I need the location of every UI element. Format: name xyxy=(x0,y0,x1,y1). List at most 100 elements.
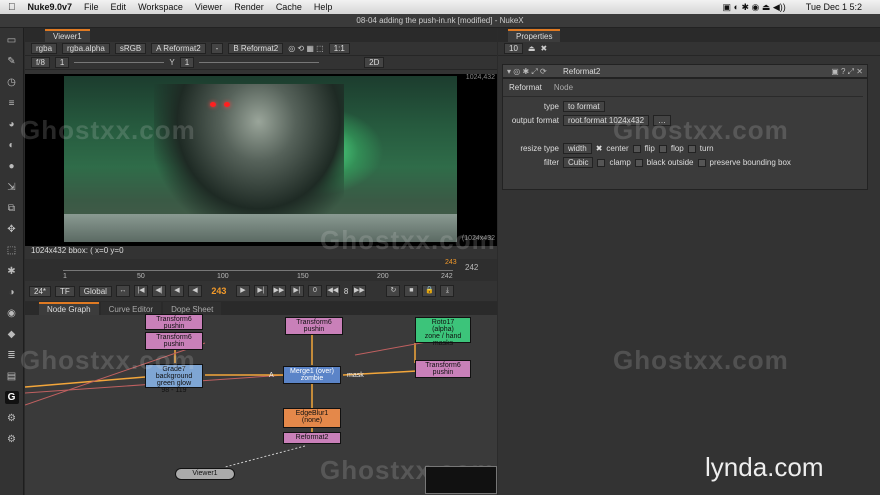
colorspace-select[interactable]: sRGB xyxy=(114,43,147,54)
apple-icon[interactable]:  xyxy=(8,2,16,13)
step-back-icon[interactable]: ◀ xyxy=(169,285,184,297)
range-select[interactable]: Global xyxy=(78,285,112,297)
tab-reformat[interactable]: Reformat xyxy=(509,83,542,92)
first-frame-icon[interactable]: |◀ xyxy=(133,285,148,297)
other-tool-icon[interactable]: ▤ xyxy=(5,370,19,383)
gamma-field[interactable]: 1 xyxy=(179,57,195,68)
gamma-slider[interactable] xyxy=(199,62,320,63)
node-edgeblur1[interactable]: EdgeBlur1 (none) xyxy=(283,408,341,428)
filter-select[interactable]: Cubic xyxy=(563,157,594,168)
color-tool-icon[interactable]: ◕ xyxy=(5,118,19,131)
node-transform6-right[interactable]: Transform6 pushin xyxy=(415,360,471,378)
tab-properties[interactable]: Properties xyxy=(508,29,561,42)
menu-render[interactable]: Render xyxy=(234,2,264,12)
preserve-bbox-checkbox[interactable] xyxy=(697,158,706,167)
gain-slider[interactable] xyxy=(74,62,165,63)
clear-panels-icon[interactable]: ✖ xyxy=(540,44,547,53)
timeline-track[interactable] xyxy=(63,265,453,271)
toolsets-tool-icon[interactable]: ≣ xyxy=(5,349,19,362)
node-transform6-center[interactable]: Transform6 pushin xyxy=(285,317,343,335)
viewer-tool-icons[interactable]: ◎ ⟲ ▦ ⬚ xyxy=(288,44,323,53)
fstop-field[interactable]: f/8 xyxy=(31,57,50,68)
zoom-select[interactable]: 1:1 xyxy=(328,43,350,54)
menu-edit[interactable]: Edit xyxy=(111,2,127,12)
gizmo-tool-icon[interactable]: G xyxy=(4,391,19,404)
panel-close-icons[interactable]: ▣ ? ⤢ ✕ xyxy=(831,67,863,77)
menu-help[interactable]: Help xyxy=(314,2,333,12)
timeline-label: 200 xyxy=(377,273,389,280)
metadata-tool-icon[interactable]: ◆ xyxy=(5,328,19,341)
alpha-select[interactable]: rgba.alpha xyxy=(62,43,110,54)
view-mode-select[interactable]: 2D xyxy=(364,57,385,68)
step-field[interactable]: 8 xyxy=(344,287,348,296)
time-tool-icon[interactable]: ◷ xyxy=(5,76,19,89)
views-tool-icon[interactable]: ◉ xyxy=(5,307,19,320)
menu-workspace[interactable]: Workspace xyxy=(138,2,183,12)
prev-keyframe-icon[interactable]: ◀| xyxy=(151,285,166,297)
lock-icon[interactable]: 🔒 xyxy=(422,285,437,297)
resize-type-select[interactable]: width xyxy=(563,143,592,154)
composite-select[interactable]: - xyxy=(210,43,224,54)
format-size-top: 1024,432 xyxy=(465,74,495,81)
merge-tool-icon[interactable]: ⇲ xyxy=(5,181,19,194)
settings-tool-icon[interactable]: ⚙ xyxy=(5,433,19,446)
export-icon[interactable]: ⤓ xyxy=(440,285,455,297)
center-checkbox[interactable]: ✖ xyxy=(596,144,603,153)
clock[interactable]: Tue Dec 1 5:2 xyxy=(806,2,862,13)
zero-field[interactable]: 0 xyxy=(307,285,322,297)
node-reformat2[interactable]: Reformat2 xyxy=(283,432,341,444)
tab-node[interactable]: Node xyxy=(554,83,573,92)
next-keyframe-icon[interactable]: ▶▶ xyxy=(271,285,286,297)
stop-icon[interactable]: ■ xyxy=(404,285,419,297)
panel-header-icons[interactable]: ▾ ◎ ✱ ⤢ ⟳ xyxy=(507,67,547,77)
node-transform6-top[interactable]: Transform6 pushin xyxy=(145,314,203,330)
ofx-tool-icon[interactable]: ⚙ xyxy=(5,412,19,425)
menu-viewer[interactable]: Viewer xyxy=(195,2,222,12)
last-frame-icon[interactable]: ▶| xyxy=(289,285,304,297)
tab-viewer1[interactable]: Viewer1 xyxy=(45,29,90,42)
transform-tool-icon[interactable]: ✥ xyxy=(5,223,19,236)
node-name-field[interactable]: Reformat2 xyxy=(563,67,600,76)
app-name[interactable]: Nuke9.0v7 xyxy=(28,2,73,12)
type-select[interactable]: to format xyxy=(563,101,605,112)
fps-field[interactable]: 24* xyxy=(29,285,52,297)
tf-select[interactable]: TF xyxy=(55,285,75,297)
channels-select[interactable]: rgba xyxy=(31,43,58,54)
input-b-select[interactable]: B Reformat2 xyxy=(228,43,284,54)
input-a-select[interactable]: A Reformat2 xyxy=(151,43,206,54)
black-outside-checkbox[interactable] xyxy=(634,158,643,167)
play-forward-icon[interactable]: ▶ xyxy=(235,285,250,297)
draw-tool-icon[interactable]: ✎ xyxy=(5,55,19,68)
3d-tool-icon[interactable]: ⬚ xyxy=(5,244,19,257)
max-panels-field[interactable]: 10 xyxy=(504,43,523,54)
menu-cache[interactable]: Cache xyxy=(276,2,302,12)
loop-icon[interactable]: ↻ xyxy=(386,285,401,297)
gain-field[interactable]: 1 xyxy=(54,57,70,68)
play-back-icon[interactable]: ◀ xyxy=(187,285,202,297)
in-out-icon[interactable]: ↔ xyxy=(115,285,130,297)
viewer-image xyxy=(64,76,457,242)
step-forward-icon[interactable]: ▶| xyxy=(253,285,268,297)
particles-tool-icon[interactable]: ✱ xyxy=(5,265,19,278)
node-viewer1[interactable]: Viewer1 xyxy=(175,468,235,480)
menu-file[interactable]: File xyxy=(84,2,99,12)
skip-back-icon[interactable]: ◀◀ xyxy=(325,285,340,297)
viewer-pane: Viewer1 rgba rgba.alpha sRGB A Reformat2… xyxy=(25,28,497,301)
image-tool-icon[interactable]: ▭ xyxy=(5,34,19,47)
lock-panel-icon[interactable]: ⏏ xyxy=(528,44,536,53)
status-icons[interactable]: ▣ ◐ ✱ ◉ ⏏ ◀)) xyxy=(723,2,786,13)
frame-field[interactable]: 243 xyxy=(206,286,232,296)
clamp-checkbox[interactable] xyxy=(597,158,606,167)
node-roto17[interactable]: Roto17 (alpha) zone / hand masks xyxy=(415,317,471,347)
timeline[interactable]: 243 1 50 100 150 200 242 242 xyxy=(25,259,497,281)
deep-tool-icon[interactable]: ◑ xyxy=(5,286,19,299)
filter-tool-icon[interactable]: ◐ xyxy=(5,139,19,152)
viewer-viewport[interactable] xyxy=(25,74,497,246)
skip-forward-icon[interactable]: ▶▶ xyxy=(352,285,367,297)
tab-node-graph[interactable]: Node Graph xyxy=(39,302,99,315)
node-merge1[interactable]: Merge1 (over) zombie xyxy=(283,366,341,384)
keyer-tool-icon[interactable]: ● xyxy=(5,160,19,173)
graph-navigator-thumbnail[interactable] xyxy=(425,466,497,494)
channel-tool-icon[interactable]: ≡ xyxy=(5,97,19,110)
layers-tool-icon[interactable]: ⧉ xyxy=(5,202,19,215)
